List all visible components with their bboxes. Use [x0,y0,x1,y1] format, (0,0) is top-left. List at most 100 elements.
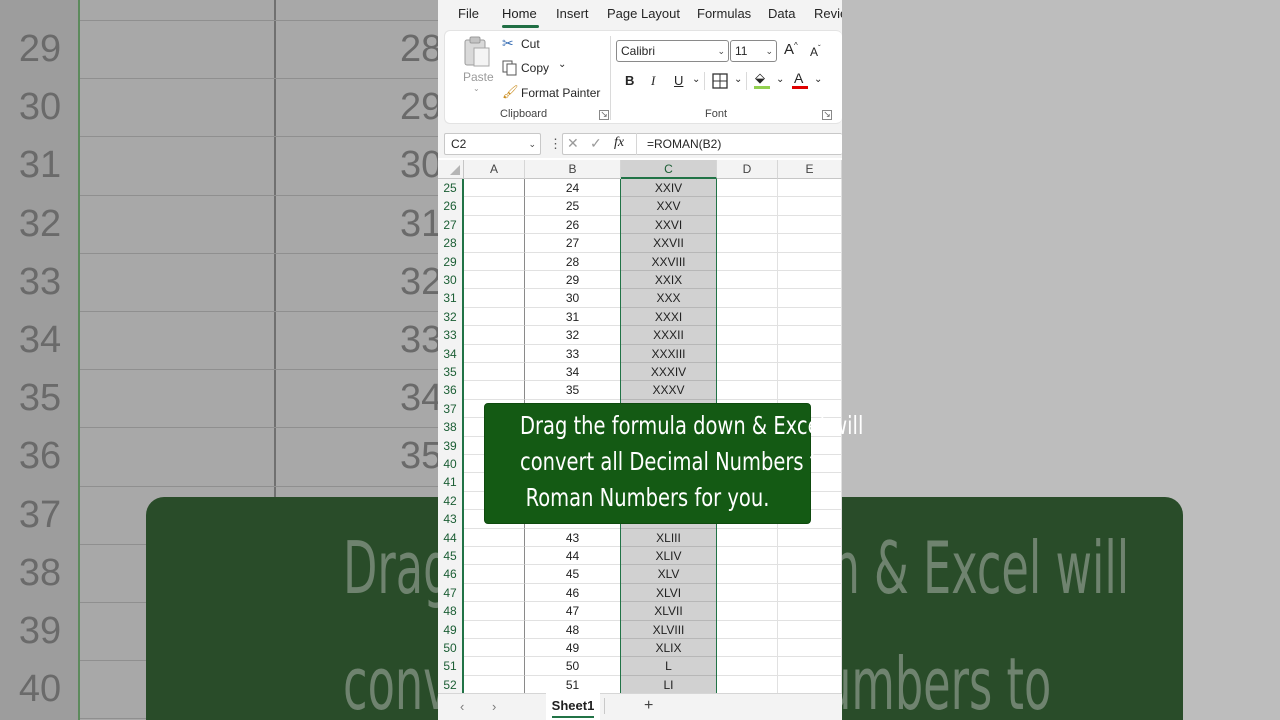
cell-d[interactable] [717,252,778,271]
tab-page-layout[interactable]: Page Layout [607,6,680,21]
row-header[interactable]: 31 [438,289,464,308]
format-painter-button[interactable]: 🖌 Format Painter [502,84,602,102]
cell-e[interactable] [778,675,842,695]
cut-button[interactable]: ✂ Cut [502,35,572,53]
cell-e[interactable] [778,344,842,363]
copy-dropdown-icon[interactable]: ⌄ [558,59,566,70]
font-color-dropdown-icon[interactable]: ⌄ [814,74,822,85]
cell-a[interactable] [464,602,525,621]
tab-formulas[interactable]: Formulas [697,6,751,21]
column-header-b[interactable]: B [525,160,621,179]
cell-a[interactable] [464,197,525,216]
cell-d[interactable] [717,657,778,676]
cell-e[interactable] [778,307,842,327]
cell-e[interactable] [778,639,842,658]
cell-e[interactable] [778,528,842,547]
cell-b[interactable]: 49 [524,639,621,658]
row-header[interactable]: 28 [438,234,464,253]
cell-b[interactable]: 51 [524,675,621,695]
cell-b[interactable]: 27 [524,234,621,253]
cell-c[interactable]: XXX [621,289,717,308]
cell-c[interactable]: XXXIV [621,363,717,382]
cell-c[interactable]: XLVII [621,602,717,621]
cell-e[interactable] [778,215,842,235]
cell-b[interactable]: 35 [524,381,621,400]
row-header[interactable]: 37 [438,399,464,419]
cell-a[interactable] [464,675,525,695]
cell-c[interactable]: XXXI [621,307,717,327]
row-header[interactable]: 44 [438,528,464,547]
row-header[interactable]: 34 [438,344,464,363]
cell-b[interactable]: 50 [524,657,621,676]
font-family-select[interactable]: Calibri ⌄ [616,40,729,62]
row-header[interactable]: 33 [438,326,464,345]
underline-dropdown-icon[interactable]: ⌄ [692,74,700,85]
cell-e[interactable] [778,363,842,382]
cell-a[interactable] [464,528,525,547]
row-header[interactable]: 43 [438,510,464,529]
cell-c[interactable]: XXXV [621,381,717,400]
cell-a[interactable] [464,344,525,363]
clipboard-launcher-icon[interactable]: ↘ [599,110,609,120]
tab-home[interactable]: Home [502,6,537,21]
cell-a[interactable] [464,215,525,235]
cell-e[interactable] [778,271,842,290]
name-box[interactable]: C2 ⌄ [444,133,541,155]
row-header[interactable]: 51 [438,657,464,676]
cell-b[interactable]: 25 [524,197,621,216]
cell-c[interactable]: XLIII [621,528,717,547]
cell-b[interactable]: 47 [524,602,621,621]
cell-a[interactable] [464,381,525,400]
cell-d[interactable] [717,344,778,363]
cell-a[interactable] [464,234,525,253]
cell-a[interactable] [464,289,525,308]
borders-dropdown-icon[interactable]: ⌄ [734,74,742,85]
cell-e[interactable] [778,197,842,216]
cell-c[interactable]: XXVIII [621,252,717,271]
cell-d[interactable] [717,307,778,327]
column-header-e[interactable]: E [778,160,842,179]
more-options-icon[interactable]: ⋮ [549,136,562,152]
row-header[interactable]: 25 [438,179,464,198]
tab-insert[interactable]: Insert [556,6,589,21]
cell-a[interactable] [464,620,525,639]
cell-d[interactable] [717,528,778,547]
row-header[interactable]: 35 [438,363,464,382]
cell-c[interactable]: XXIX [621,271,717,290]
cell-c[interactable]: XXIV [621,179,717,198]
cell-d[interactable] [717,197,778,216]
tab-review[interactable]: Revie [814,6,842,21]
row-header[interactable]: 42 [438,491,464,511]
next-sheet-icon[interactable]: › [492,699,496,714]
cell-b[interactable]: 26 [524,215,621,235]
cell-e[interactable] [778,289,842,308]
cell-c[interactable]: XXVI [621,215,717,235]
cell-a[interactable] [464,179,525,198]
paste-button[interactable]: Paste ⌄ [458,36,496,94]
cell-c[interactable]: L [621,657,717,676]
cell-d[interactable] [717,565,778,584]
cell-c[interactable]: XLVI [621,583,717,603]
row-header[interactable]: 39 [438,436,464,455]
cell-d[interactable] [717,271,778,290]
cell-b[interactable]: 48 [524,620,621,639]
column-header-d[interactable]: D [717,160,778,179]
cell-b[interactable]: 34 [524,363,621,382]
cell-d[interactable] [717,602,778,621]
cell-e[interactable] [778,381,842,400]
font-launcher-icon[interactable]: ↘ [822,110,832,120]
cell-a[interactable] [464,271,525,290]
cell-c[interactable]: XXVII [621,234,717,253]
row-header[interactable]: 26 [438,197,464,216]
cell-e[interactable] [778,547,842,566]
paste-dropdown-icon[interactable]: ⌄ [473,84,480,93]
cell-e[interactable] [778,620,842,639]
row-header[interactable]: 49 [438,620,464,639]
row-header[interactable]: 32 [438,307,464,327]
cell-a[interactable] [464,565,525,584]
cell-e[interactable] [778,326,842,345]
cell-d[interactable] [717,639,778,658]
row-header[interactable]: 30 [438,271,464,290]
row-header[interactable]: 27 [438,215,464,235]
cell-c[interactable]: LI [621,675,717,695]
